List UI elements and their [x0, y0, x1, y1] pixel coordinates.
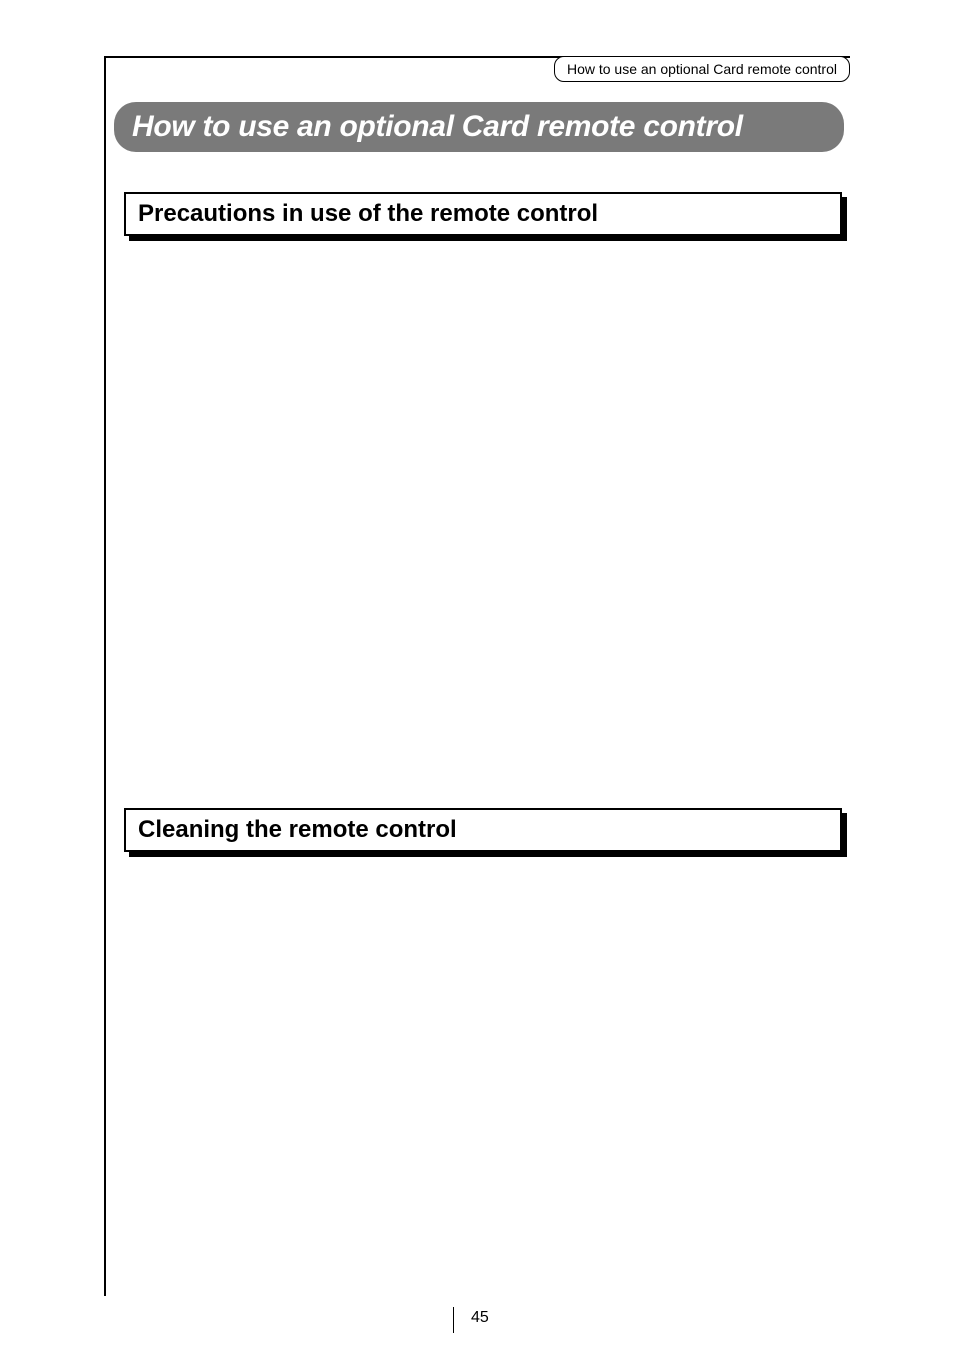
- section-heading-text: Cleaning the remote control: [138, 816, 457, 843]
- section-heading-text: Precautions in use of the remote control: [138, 200, 598, 227]
- section-heading-precautions: Precautions in use of the remote control: [124, 192, 842, 236]
- header-tab: How to use an optional Card remote contr…: [554, 56, 850, 82]
- header-tab-text: How to use an optional Card remote contr…: [567, 61, 837, 77]
- page-title: How to use an optional Card remote contr…: [132, 110, 743, 144]
- page-number: 45: [471, 1309, 489, 1327]
- page-number-divider: [453, 1307, 454, 1333]
- title-bar: How to use an optional Card remote contr…: [114, 102, 844, 152]
- page-frame: How to use an optional Card remote contr…: [104, 56, 850, 1296]
- section-heading-cleaning: Cleaning the remote control: [124, 808, 842, 852]
